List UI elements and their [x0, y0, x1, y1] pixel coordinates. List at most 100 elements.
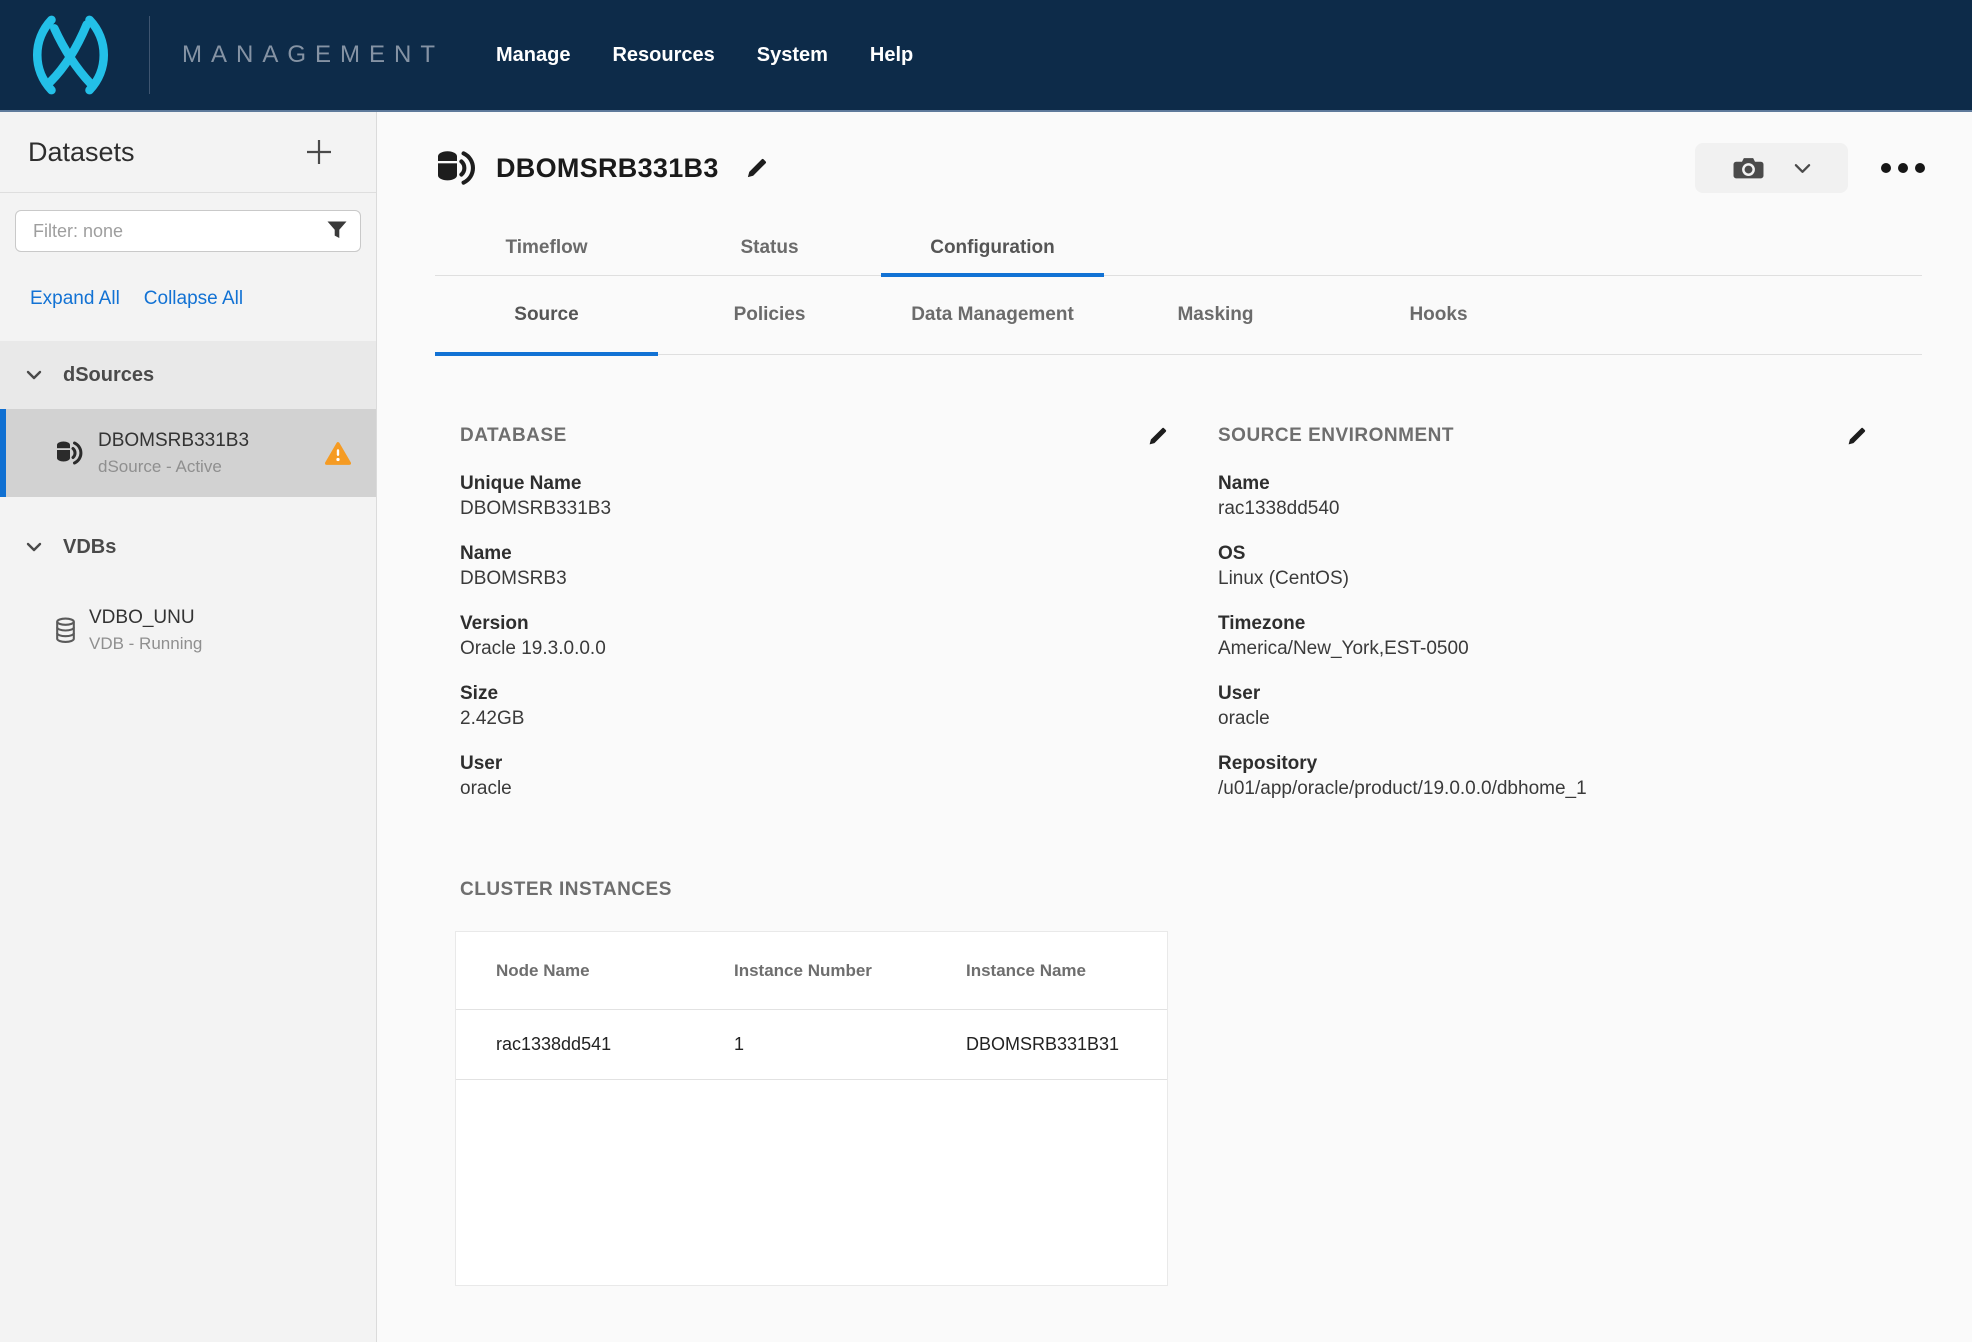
field-value: Oracle 19.3.0.0.0: [460, 636, 1168, 661]
main-tabs: Timeflow Status Configuration: [435, 222, 1922, 276]
field: Repository /u01/app/oracle/product/19.0.…: [1218, 751, 1867, 801]
camera-icon: [1733, 156, 1764, 181]
nav-resources[interactable]: Resources: [612, 44, 714, 67]
field-label: Timezone: [1218, 611, 1867, 636]
dataset-status: dSource - Active: [98, 457, 249, 477]
sidebar-item-dbomsrb331b3[interactable]: DBOMSRB331B3 dSource - Active: [0, 409, 376, 497]
brand-title: MANAGEMENT: [182, 41, 444, 69]
edit-pencil-icon[interactable]: [1846, 426, 1867, 447]
column-header: Node Name: [496, 961, 734, 981]
table-row[interactable]: rac1338dd541 1 DBOMSRB331B31: [456, 1010, 1167, 1080]
edit-pencil-icon[interactable]: [745, 157, 768, 180]
main-content: DBOMSRB331B3: [377, 112, 1972, 1342]
field: Unique Name DBOMSRB331B3: [460, 471, 1168, 521]
nav-help[interactable]: Help: [870, 44, 913, 67]
warning-icon: [325, 442, 351, 465]
field: User oracle: [460, 751, 1168, 801]
group-dsources[interactable]: dSources: [0, 341, 376, 409]
snapshot-camera-button[interactable]: [1695, 143, 1848, 193]
subtab-policies[interactable]: Policies: [658, 278, 881, 356]
field-value: America/New_York,EST-0500: [1218, 636, 1867, 661]
sidebar-header: Datasets: [0, 112, 376, 193]
field-value: DBOMSRB3: [460, 566, 1168, 591]
logo-divider: [149, 16, 150, 94]
field: Timezone America/New_York,EST-0500: [1218, 611, 1867, 661]
top-nav-bar: MANAGEMENT Manage Resources System Help: [0, 0, 1972, 112]
dsource-icon: [55, 440, 85, 466]
edit-pencil-icon[interactable]: [1147, 426, 1168, 447]
collapse-all-link[interactable]: Collapse All: [144, 288, 243, 310]
table-header-row: Node Name Instance Number Instance Name: [456, 932, 1167, 1010]
tab-timeflow[interactable]: Timeflow: [435, 222, 658, 277]
field-value: oracle: [1218, 706, 1867, 731]
source-environment-fields: Name rac1338dd540 OS Linux (CentOS) Time…: [1218, 471, 1867, 801]
field-label: Repository: [1218, 751, 1867, 776]
dsource-icon: [435, 149, 479, 187]
field-value: Linux (CentOS): [1218, 566, 1867, 591]
config-subtabs: Source Policies Data Management Masking …: [435, 278, 1922, 355]
chevron-down-icon: [26, 370, 42, 380]
field-label: Version: [460, 611, 1168, 636]
dataset-name: VDBO_UNU: [89, 607, 202, 629]
field-label: Unique Name: [460, 471, 1168, 496]
subtab-hooks[interactable]: Hooks: [1327, 278, 1550, 356]
vdb-icon: [55, 617, 76, 644]
field: Size 2.42GB: [460, 681, 1168, 731]
cluster-instances-section: CLUSTER INSTANCES Node Name Instance Num…: [460, 879, 1168, 1286]
field-value: 2.42GB: [460, 706, 1168, 731]
field-value: /u01/app/oracle/product/19.0.0.0/dbhome_…: [1218, 776, 1867, 801]
database-section: DATABASE Unique Name DBOMSRB331B3: [460, 425, 1168, 1286]
field: Version Oracle 19.3.0.0.0: [460, 611, 1168, 661]
field: User oracle: [1218, 681, 1867, 731]
cluster-instances-table: Node Name Instance Number Instance Name …: [455, 931, 1168, 1286]
subtab-masking[interactable]: Masking: [1104, 278, 1327, 356]
sidebar-item-vdbo-unu[interactable]: VDBO_UNU VDB - Running: [0, 607, 376, 654]
dataset-name: DBOMSRB331B3: [98, 430, 249, 452]
field-label: User: [1218, 681, 1867, 706]
field-label: Name: [460, 541, 1168, 566]
cell-instance-name: DBOMSRB331B31: [966, 1034, 1167, 1055]
tab-configuration[interactable]: Configuration: [881, 222, 1104, 277]
more-actions-button[interactable]: [1881, 163, 1925, 173]
section-title: DATABASE: [460, 425, 567, 447]
column-header: Instance Name: [966, 961, 1167, 981]
sidebar-title: Datasets: [28, 137, 135, 168]
datasets-sidebar: Datasets Expand All Collapse All: [0, 112, 377, 1342]
filter-funnel-icon[interactable]: [327, 221, 347, 239]
subtab-source[interactable]: Source: [435, 278, 658, 356]
page-title: DBOMSRB331B3: [496, 153, 719, 184]
nav-manage[interactable]: Manage: [496, 44, 570, 67]
plus-icon: [304, 137, 334, 167]
field-label: Size: [460, 681, 1168, 706]
group-label: dSources: [63, 364, 154, 387]
app-window: MANAGEMENT Manage Resources System Help …: [0, 0, 1972, 1342]
field: Name DBOMSRB3: [460, 541, 1168, 591]
section-title: CLUSTER INSTANCES: [460, 879, 1168, 901]
filter-input[interactable]: [15, 210, 361, 252]
top-nav: Manage Resources System Help: [496, 44, 913, 67]
group-label: VDBs: [63, 536, 116, 559]
nav-system[interactable]: System: [757, 44, 828, 67]
field: Name rac1338dd540: [1218, 471, 1867, 521]
add-dataset-button[interactable]: [304, 137, 334, 167]
field-value: oracle: [460, 776, 1168, 801]
cell-instance-number: 1: [734, 1034, 966, 1055]
expand-all-link[interactable]: Expand All: [30, 288, 120, 310]
delphix-logo-icon: [23, 15, 121, 95]
field-label: Name: [1218, 471, 1867, 496]
column-header: Instance Number: [734, 961, 966, 981]
dataset-status: VDB - Running: [89, 634, 202, 654]
sidebar-links: Expand All Collapse All: [30, 288, 376, 310]
field: OS Linux (CentOS): [1218, 541, 1867, 591]
chevron-down-icon: [1794, 163, 1811, 174]
source-environment-section: SOURCE ENVIRONMENT Name rac1338dd540: [1218, 425, 1867, 1286]
field-value: rac1338dd540: [1218, 496, 1867, 521]
field-label: User: [460, 751, 1168, 776]
page-header: DBOMSRB331B3: [435, 142, 1925, 194]
group-vdbs[interactable]: VDBs: [0, 513, 376, 581]
tab-status[interactable]: Status: [658, 222, 881, 277]
filter-row: [15, 210, 361, 252]
field-label: OS: [1218, 541, 1867, 566]
section-title: SOURCE ENVIRONMENT: [1218, 425, 1454, 447]
subtab-data-management[interactable]: Data Management: [881, 278, 1104, 356]
